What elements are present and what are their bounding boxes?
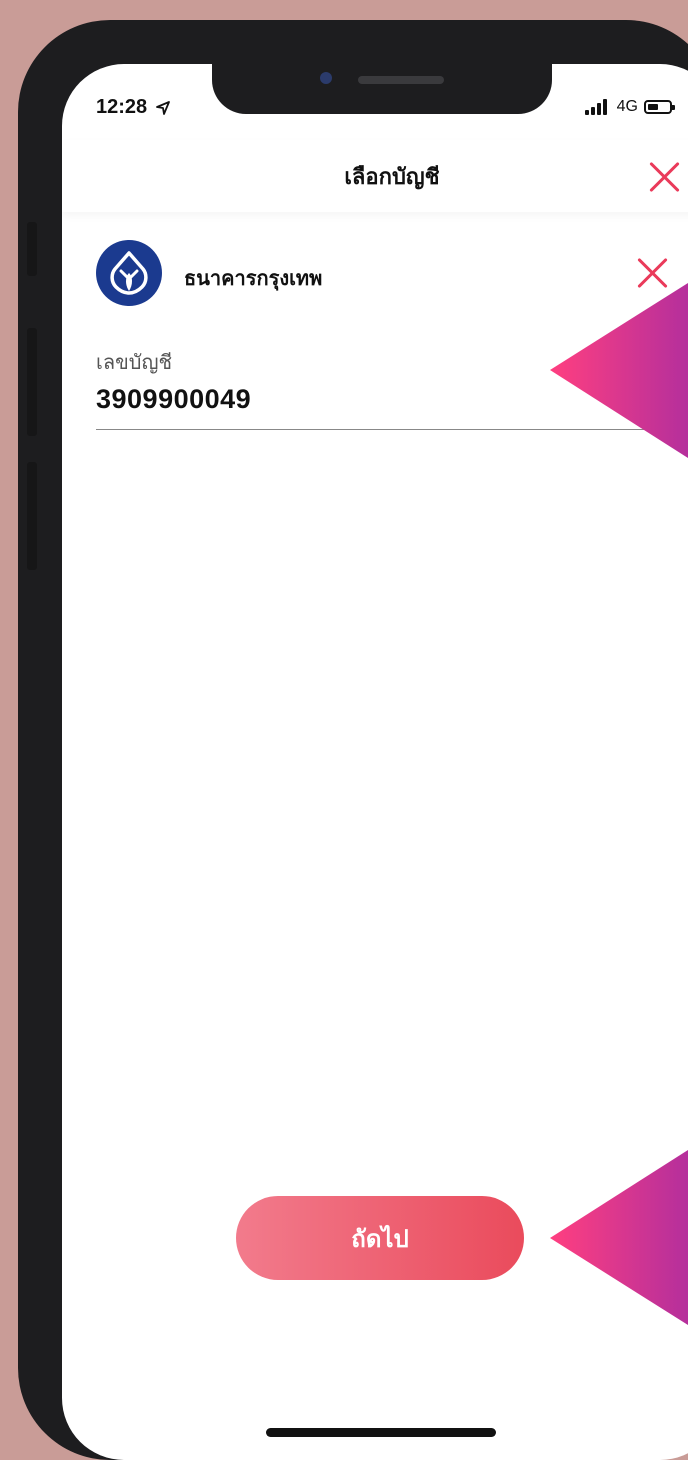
next-button-label: ถัดไป (351, 1224, 409, 1253)
status-time-text: 12:28 (96, 96, 148, 118)
selected-bank: ธนาคารกรุงเทพ (96, 240, 666, 312)
account-number-label: เลขบัญชี (96, 350, 173, 374)
mute-switch (27, 222, 37, 276)
page-title: เลือกบัญชี (344, 164, 440, 190)
header: เลือกบัญชี (62, 140, 688, 212)
field-underline (96, 429, 666, 430)
home-indicator (266, 1428, 496, 1437)
status-time: 12:28 (96, 96, 171, 119)
camera (320, 72, 332, 84)
speaker (358, 76, 444, 84)
notch (212, 64, 552, 114)
volume-up-button (27, 328, 37, 436)
bank-logo (96, 240, 162, 306)
location-arrow-icon (155, 100, 170, 115)
remove-bank-icon[interactable] (636, 256, 666, 286)
next-button[interactable]: ถัดไป (236, 1196, 524, 1280)
signal-icon (584, 99, 607, 115)
battery-icon (644, 100, 675, 114)
bank-name: ธนาคารกรุงเทพ (184, 266, 323, 290)
network-type: 4G (616, 98, 638, 115)
status-indicators: 4G (584, 98, 675, 116)
phone-frame: 12:28 4G เลือกบัญชี ธนาคารกรุงเทพ เลขบัญ… (18, 20, 688, 1460)
lotus-logo-icon (110, 251, 148, 295)
screen: 12:28 4G เลือกบัญชี ธนาคารกรุงเทพ เลขบัญ… (62, 64, 688, 1460)
close-icon[interactable] (648, 160, 682, 194)
volume-down-button (27, 462, 37, 570)
account-number-field[interactable]: 3909900049 (96, 384, 666, 415)
